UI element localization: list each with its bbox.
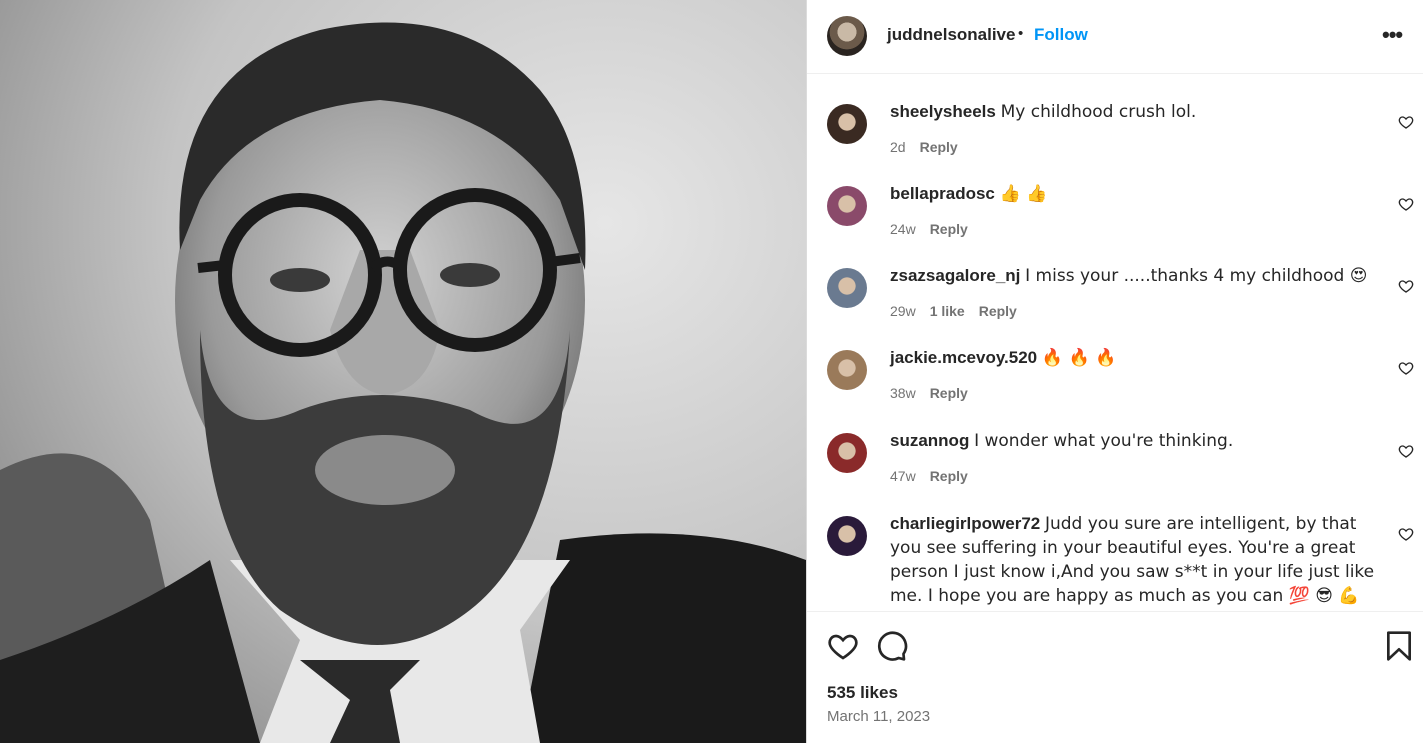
post-header: juddnelsonalive • Follow ••• xyxy=(807,0,1423,74)
portrait-image xyxy=(0,0,806,743)
post-actions: 535 likes March 11, 2023 xyxy=(807,611,1423,744)
comment-age: 38w xyxy=(890,385,916,401)
reply-button[interactable]: Reply xyxy=(979,303,1017,319)
comment-username[interactable]: jackie.mcevoy.520 xyxy=(890,348,1037,367)
comment-username[interactable]: bellapradosc xyxy=(890,184,995,203)
comment-text: 🔥 🔥 🔥 xyxy=(1041,348,1117,368)
comment-age: 2d xyxy=(890,139,906,155)
commenter-avatar[interactable] xyxy=(827,516,867,556)
reply-button[interactable]: Reply xyxy=(930,385,968,401)
post-date: March 11, 2023 xyxy=(827,708,931,725)
commenter-avatar[interactable] xyxy=(827,350,867,390)
post-panel: juddnelsonalive • Follow ••• sheelysheel… xyxy=(806,0,1423,743)
comment-meta: 24w Reply xyxy=(890,221,982,237)
comment-like-count[interactable]: 1 like xyxy=(930,303,965,319)
more-options-icon[interactable]: ••• xyxy=(1382,22,1403,48)
comment-like-heart-icon[interactable] xyxy=(1398,196,1414,212)
comment-body: zsazsagalore_nj I miss your .....thanks … xyxy=(890,264,1380,288)
comment-age: 47w xyxy=(890,468,916,484)
reply-button[interactable]: Reply xyxy=(920,139,958,155)
author-avatar[interactable] xyxy=(827,16,867,56)
save-bookmark-icon[interactable] xyxy=(1383,630,1415,662)
comment-like-heart-icon[interactable] xyxy=(1398,278,1414,294)
commenter-avatar[interactable] xyxy=(827,433,867,473)
comment-meta: 47w Reply xyxy=(890,468,982,484)
comment-body: sheelysheels My childhood crush lol. xyxy=(890,100,1380,124)
comment-username[interactable]: charliegirlpower72 xyxy=(890,514,1040,533)
comment-age: 29w xyxy=(890,303,916,319)
follow-button[interactable]: Follow xyxy=(1034,25,1088,45)
likes-count[interactable]: 535 likes xyxy=(827,683,898,703)
comment-text: My childhood crush lol. xyxy=(1000,102,1197,122)
comment-like-heart-icon[interactable] xyxy=(1398,360,1414,376)
separator-dot: • xyxy=(1018,25,1024,42)
comment-body: suzannog I wonder what you're thinking. xyxy=(890,429,1380,453)
comment-meta: 38w Reply xyxy=(890,385,982,401)
reply-button[interactable]: Reply xyxy=(930,468,968,484)
comment-username[interactable]: zsazsagalore_nj xyxy=(890,266,1020,285)
comments-list[interactable]: sheelysheels My childhood crush lol. 2d Re… xyxy=(807,74,1423,611)
comment-username[interactable]: sheelysheels xyxy=(890,102,996,121)
comment-like-heart-icon[interactable] xyxy=(1398,443,1414,459)
comment-icon[interactable] xyxy=(876,630,908,662)
post-photo xyxy=(0,0,806,743)
author-username[interactable]: juddnelsonalive xyxy=(887,25,1015,45)
like-heart-icon[interactable] xyxy=(827,630,859,662)
comment-like-heart-icon[interactable] xyxy=(1398,114,1414,130)
comment-body: bellapradosc 👍 👍 xyxy=(890,182,1380,206)
comment-text: I wonder what you're thinking. xyxy=(974,431,1234,451)
commenter-avatar[interactable] xyxy=(827,268,867,308)
comment-like-heart-icon[interactable] xyxy=(1398,526,1414,542)
comment-body: charliegirlpower72 Judd you sure are int… xyxy=(890,512,1380,608)
comment-meta: 29w 1 like Reply xyxy=(890,303,1031,319)
commenter-avatar[interactable] xyxy=(827,104,867,144)
reply-button[interactable]: Reply xyxy=(930,221,968,237)
comment-text: 👍 👍 xyxy=(999,184,1048,204)
comment-text: I miss your .....thanks 4 my childhood 😍 xyxy=(1025,266,1368,286)
comment-meta: 2d Reply xyxy=(890,139,972,155)
comment-body: jackie.mcevoy.520 🔥 🔥 🔥 xyxy=(890,346,1380,370)
comment-username[interactable]: suzannog xyxy=(890,431,969,450)
commenter-avatar[interactable] xyxy=(827,186,867,226)
comment-age: 24w xyxy=(890,221,916,237)
